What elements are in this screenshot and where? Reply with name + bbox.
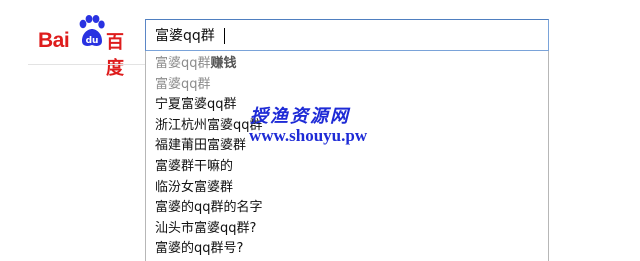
svg-text:du: du	[86, 36, 99, 46]
suggestion-item[interactable]: 宁夏富婆qq群	[155, 95, 237, 115]
suggestion-item[interactable]: 福建莆田富婆群	[155, 136, 246, 156]
suggestion-item[interactable]: 临汾女富婆群	[155, 178, 233, 198]
suggestion-text: 富婆群干嘛的	[155, 159, 234, 174]
suggestion-completion: 赚钱	[210, 56, 237, 71]
suggestion-item[interactable]: 富婆的qq群号?	[155, 239, 243, 259]
suggestion-text: 宁夏富婆qq群	[155, 97, 237, 113]
paw-icon: du	[79, 15, 105, 46]
suggestion-item[interactable]: 富婆qq群	[155, 75, 211, 95]
header-divider	[28, 64, 146, 65]
watermark-url: www.shouyu.pw	[249, 126, 368, 145]
suggestion-dropdown: 富婆qq群赚钱 富婆qq群 宁夏富婆qq群 浙江杭州富婆qq群 福建莆田富婆群 富婆群干嘛…	[145, 51, 549, 261]
suggestion-text: 浙江杭州富婆qq群	[155, 117, 263, 133]
suggestion-text: 汕头市富婆qq群?	[155, 220, 257, 236]
suggestion-text: 富婆的qq群的名字	[155, 200, 263, 216]
suggestion-item[interactable]: 汕头市富婆qq群?	[155, 219, 256, 239]
logo-text-latin: Bai	[38, 29, 70, 52]
suggestion-text: 富婆qq群	[155, 76, 211, 92]
suggestion-item[interactable]: 富婆群干嘛的	[155, 157, 233, 177]
suggestion-item[interactable]: 富婆qq群赚钱	[155, 54, 237, 74]
text-caret	[224, 28, 225, 44]
baidu-logo[interactable]: Bai du 百度	[34, 14, 138, 79]
search-input[interactable]	[146, 20, 548, 50]
suggestion-text: 富婆qq群	[155, 56, 211, 71]
suggestion-text: 福建莆田富婆群	[155, 138, 247, 154]
search-box[interactable]	[145, 19, 549, 51]
logo-text-chinese: 百度	[106, 32, 124, 79]
suggestion-item[interactable]: 浙江杭州富婆qq群	[155, 116, 263, 136]
watermark-title: 授渔资源网	[250, 106, 350, 127]
suggestion-text: 临汾女富婆群	[155, 179, 234, 195]
suggestion-text: 富婆的qq群号?	[155, 241, 244, 257]
suggestion-item[interactable]: 富婆的qq群的名字	[155, 198, 263, 218]
